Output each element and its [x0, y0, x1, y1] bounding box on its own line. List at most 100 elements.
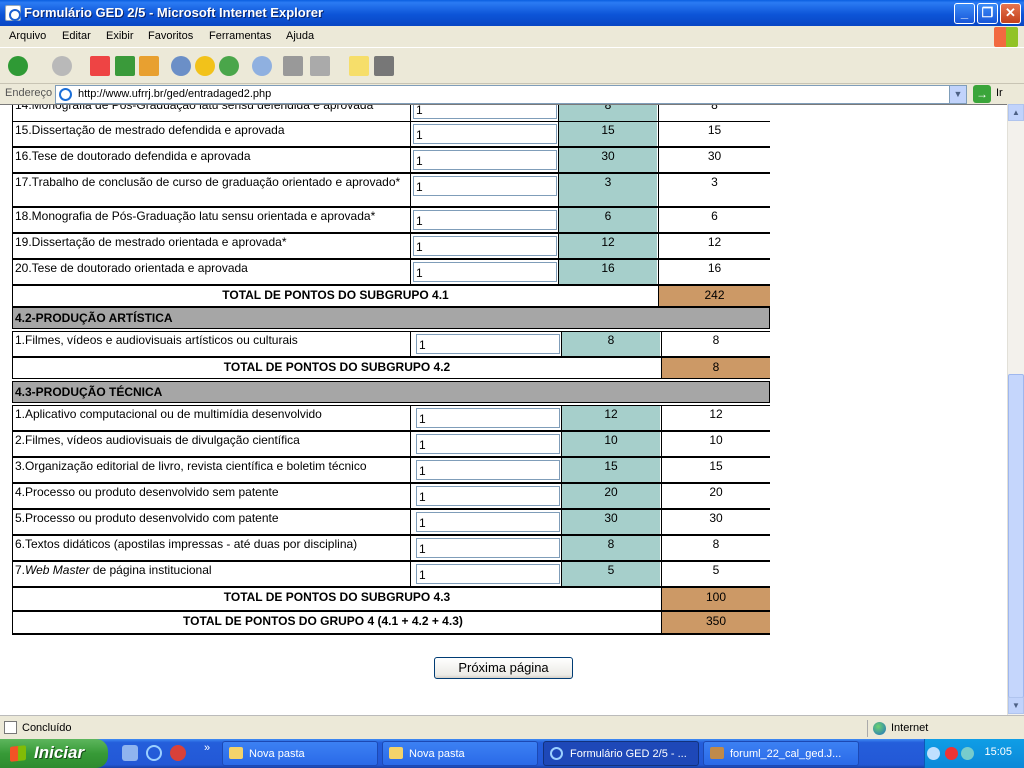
row-max: 5 — [561, 562, 660, 586]
quicklaunch-chevron-icon[interactable]: » — [204, 742, 210, 754]
start-button[interactable]: Iniciar — [0, 739, 108, 768]
mail-icon[interactable] — [252, 56, 272, 76]
close-button[interactable]: ✕ — [1000, 3, 1021, 24]
row-label-italic: Web Master — [25, 563, 90, 577]
favorites-icon[interactable] — [195, 56, 215, 76]
row-max: 15 — [558, 122, 657, 146]
scroll-down-icon[interactable]: ▼ — [1008, 697, 1024, 714]
row-input[interactable]: 1 — [413, 124, 557, 144]
search-icon[interactable] — [171, 56, 191, 76]
row-input[interactable]: 1 — [416, 334, 560, 354]
menu-ferramentas[interactable]: Ferramentas — [209, 30, 271, 42]
home-icon[interactable] — [139, 56, 159, 76]
taskbar-item-foruml[interactable]: foruml_22_cal_ged.J... — [703, 741, 859, 766]
row-input[interactable]: 1 — [416, 538, 560, 558]
refresh-icon[interactable] — [115, 56, 135, 76]
row-points: 15 — [661, 458, 770, 482]
quicklaunch-player-icon[interactable] — [170, 745, 186, 761]
row-label: 4.Processo ou produto desenvolvido sem p… — [13, 484, 411, 508]
page-content: 14.Monografia de Pós-Graduação latu sens… — [0, 104, 1007, 715]
menu-ajuda[interactable]: Ajuda — [286, 30, 314, 42]
row-max: 20 — [561, 484, 660, 508]
taskbar-item-nova-pasta-2[interactable]: Nova pasta — [382, 741, 538, 766]
row-input[interactable]: 1 — [413, 236, 557, 256]
title-bar[interactable]: Formulário GED 2/5 - Microsoft Internet … — [0, 0, 1024, 26]
menu-exibir[interactable]: Exibir — [106, 30, 134, 42]
edit-icon[interactable] — [310, 56, 330, 76]
row-input[interactable]: 1 — [416, 564, 560, 584]
restore-button[interactable]: ❐ — [977, 3, 998, 24]
row-points: 15 — [658, 122, 770, 146]
row-label: 5.Processo ou produto desenvolvido com p… — [13, 510, 411, 534]
row-max: 12 — [561, 406, 660, 430]
row-input[interactable]: 1 — [416, 434, 560, 454]
messenger-icon[interactable] — [374, 56, 394, 76]
tray-expand-icon[interactable] — [927, 747, 940, 760]
group-total-row: TOTAL DE PONTOS DO GRUPO 4 (4.1 + 4.2 + … — [12, 611, 770, 635]
discuss-icon[interactable] — [349, 56, 369, 76]
row-points: 3 — [658, 174, 770, 206]
address-url[interactable]: http://www.ufrrj.br/ged/entradaged2.php — [78, 88, 271, 100]
row-max: 16 — [558, 260, 657, 284]
row-input[interactable]: 1 — [416, 486, 560, 506]
history-icon[interactable] — [219, 56, 239, 76]
row-input[interactable]: 1 — [413, 210, 557, 230]
minimize-button[interactable]: _ — [954, 3, 975, 24]
vertical-scrollbar[interactable]: ▲ ▼ — [1007, 104, 1024, 715]
tray-network-icon[interactable] — [961, 747, 974, 760]
row-input[interactable]: 1 — [416, 460, 560, 480]
row-input[interactable]: 1 — [416, 408, 560, 428]
globe-icon — [873, 722, 886, 735]
image-file-icon — [710, 747, 724, 759]
row-label: 20.Tese de doutorado orientada e aprovad… — [13, 260, 411, 284]
table-row: 1.Aplicativo computacional ou de multimí… — [12, 405, 770, 431]
page-done-icon — [4, 721, 17, 734]
menu-favoritos[interactable]: Favoritos — [148, 30, 193, 42]
address-field[interactable]: http://www.ufrrj.br/ged/entradaged2.php … — [55, 85, 967, 104]
back-icon[interactable] — [8, 56, 28, 76]
status-bar: Concluído Internet — [0, 715, 1024, 739]
menu-arquivo[interactable]: Arquivo — [9, 30, 46, 42]
quicklaunch-desktop-icon[interactable] — [122, 745, 138, 761]
row-max: 30 — [558, 148, 657, 172]
row-input-cell: 1 — [411, 174, 557, 206]
taskbar-item-nova-pasta-1[interactable]: Nova pasta — [222, 741, 378, 766]
row-input[interactable]: 1 — [416, 512, 560, 532]
table-row: 15.Dissertação de mestrado defendida e a… — [12, 121, 770, 147]
subgroup-total-row: TOTAL DE PONTOS DO SUBGRUPO 4.2 8 — [12, 357, 770, 379]
table-row: 18.Monografia de Pós-Graduação latu sens… — [12, 207, 770, 233]
row-input[interactable]: 1 — [413, 176, 557, 196]
system-tray: 15:05 — [924, 739, 1024, 768]
start-label: Iniciar — [34, 743, 85, 762]
menu-editar[interactable]: Editar — [62, 30, 91, 42]
subgroup-total-row: TOTAL DE PONTOS DO SUBGRUPO 4.3 100 — [12, 587, 770, 611]
clock: 15:05 — [984, 746, 1012, 758]
forward-icon[interactable] — [52, 56, 72, 76]
stop-icon[interactable] — [90, 56, 110, 76]
next-page-button[interactable]: Próxima página — [434, 657, 573, 679]
address-dropdown-icon[interactable]: ▼ — [949, 86, 966, 103]
address-bar: Endereço http://www.ufrrj.br/ged/entrada… — [0, 84, 1024, 104]
table-row-partial: 14.Monografia de Pós-Graduação latu sens… — [12, 105, 770, 122]
scroll-thumb[interactable] — [1008, 374, 1024, 698]
row-max: 3 — [558, 174, 657, 206]
row-input[interactable]: 1 — [413, 105, 557, 119]
row-input[interactable]: 1 — [413, 150, 557, 170]
security-zone: Internet — [867, 720, 1024, 737]
row-label: 7.Web Master de página institucional — [13, 562, 411, 586]
row-input[interactable]: 1 — [413, 262, 557, 282]
tray-app-icon[interactable] — [945, 747, 958, 760]
quicklaunch-ie-icon[interactable] — [146, 745, 162, 761]
go-button-label[interactable]: Ir — [996, 87, 1003, 99]
go-arrow-icon[interactable]: → — [973, 85, 991, 103]
table-row: 20.Tese de doutorado orientada e aprovad… — [12, 259, 770, 285]
row-points: 30 — [658, 148, 770, 172]
row-input-cell: 1 — [414, 484, 560, 508]
row-input-cell: 1 — [411, 260, 557, 284]
row-input-cell: 1 — [414, 332, 560, 356]
scroll-up-icon[interactable]: ▲ — [1008, 104, 1024, 121]
row-input-cell: 1 — [411, 148, 557, 172]
taskbar-item-formulario-ged[interactable]: Formulário GED 2/5 - ... — [543, 741, 699, 766]
print-icon[interactable] — [283, 56, 303, 76]
row-label: 1.Filmes, vídeos e audiovisuais artístic… — [13, 332, 411, 356]
